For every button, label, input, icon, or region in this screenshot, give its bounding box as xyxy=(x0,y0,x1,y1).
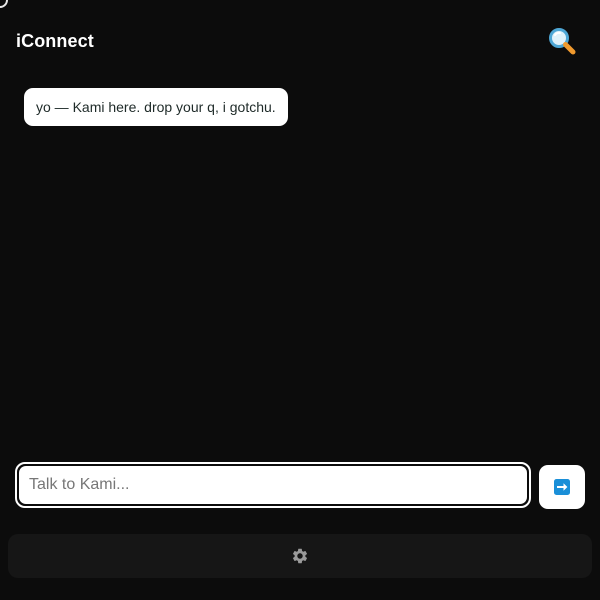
app-title: iConnect xyxy=(16,31,94,51)
bottom-bar xyxy=(8,534,592,578)
settings-button[interactable] xyxy=(291,547,309,565)
right-arrow-icon xyxy=(554,479,570,495)
send-button[interactable] xyxy=(539,465,585,509)
app-window: iConnect yo — Kami here. drop your q, i … xyxy=(0,0,600,600)
chat-input[interactable] xyxy=(19,466,527,504)
header: iConnect xyxy=(0,0,600,80)
chat-input-wrapper xyxy=(15,462,531,508)
chat-area: yo — Kami here. drop your q, i gotchu. xyxy=(0,80,600,458)
search-button[interactable] xyxy=(546,26,578,56)
assistant-message-bubble: yo — Kami here. drop your q, i gotchu. xyxy=(24,88,288,126)
composer xyxy=(15,462,585,510)
gear-icon xyxy=(292,548,308,564)
magnifying-glass-icon xyxy=(549,28,576,55)
